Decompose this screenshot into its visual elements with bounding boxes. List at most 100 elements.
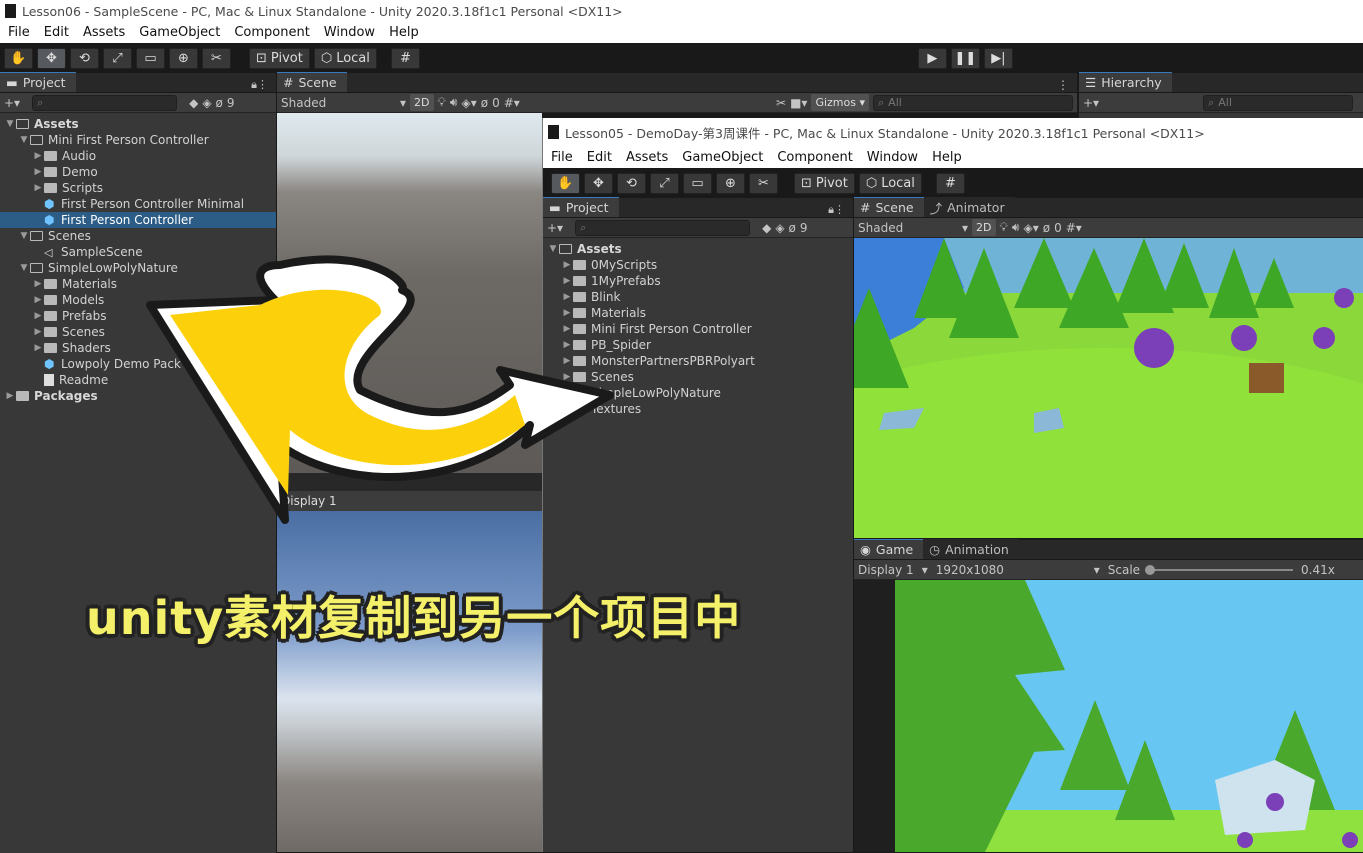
resolution-dropdown[interactable]: 1920x1080: [936, 563, 1086, 577]
local-button[interactable]: ⬡ Local: [858, 172, 922, 194]
expanded-arrow-icon[interactable]: ▼: [18, 135, 30, 145]
scene-menu-icon[interactable]: ⋮: [1057, 78, 1069, 92]
hidden-packages-icon[interactable]: ø: [216, 96, 223, 110]
scale-slider[interactable]: [1145, 564, 1294, 575]
local-button[interactable]: ⬡ Local: [313, 47, 377, 69]
audio-icon[interactable]: 🔊︎: [450, 95, 458, 110]
collapsed-arrow-icon[interactable]: ▶: [32, 343, 44, 353]
tree-row[interactable]: ▼ Assets: [0, 116, 276, 132]
pivot-button[interactable]: ⊡ Pivot: [249, 47, 310, 69]
menu-file[interactable]: File: [8, 25, 30, 40]
scene-search-input[interactable]: ⌕ All: [873, 94, 1073, 111]
2d-toggle[interactable]: 2D: [972, 219, 996, 236]
rect-tool-icon[interactable]: ▭: [683, 172, 712, 194]
tree-row[interactable]: ▼ Scenes: [0, 228, 276, 244]
tools-icon[interactable]: ✂: [776, 96, 786, 110]
tab-animation[interactable]: ◷ Animation: [923, 539, 1019, 559]
audio-icon[interactable]: 🔊︎: [1012, 220, 1020, 235]
menu-gameobject[interactable]: GameObject: [139, 25, 220, 40]
tree-row[interactable]: ▼ Mini First Person Controller: [0, 132, 276, 148]
effects-icon[interactable]: ◈▾: [1023, 221, 1038, 235]
gizmos-dropdown[interactable]: Gizmos ▾: [811, 94, 869, 111]
grid-icon[interactable]: #▾: [504, 96, 520, 110]
tab-game[interactable]: ◉ Game: [854, 539, 924, 559]
transform-tool-icon[interactable]: ⊕: [716, 172, 745, 194]
hierarchy-search-input[interactable]: ⌕ All: [1203, 94, 1354, 111]
menu-help[interactable]: Help: [932, 150, 962, 165]
tree-row[interactable]: ▶ Demo: [0, 164, 276, 180]
front-scene-viewport[interactable]: [854, 238, 1363, 538]
menu-assets[interactable]: Assets: [83, 25, 125, 40]
hand-tool-icon[interactable]: ✋: [551, 172, 580, 194]
front-game-viewport[interactable]: [895, 580, 1363, 852]
back-game-viewport[interactable]: [277, 511, 542, 852]
play-button[interactable]: ▶: [917, 47, 947, 69]
tree-row[interactable]: ▶ Scripts: [0, 180, 276, 196]
shading-mode-dropdown[interactable]: Shaded: [858, 221, 958, 235]
lighting-icon[interactable]: 💡︎: [438, 95, 446, 110]
tree-row[interactable]: ⬢ First Person Controller Minimal: [0, 196, 276, 212]
menu-component[interactable]: Component: [234, 25, 309, 40]
tree-row[interactable]: ⬢ First Person Controller: [0, 212, 276, 228]
menu-help[interactable]: Help: [389, 25, 419, 40]
tab-animator[interactable]: ⤴ Animator: [923, 197, 1015, 217]
expanded-arrow-icon[interactable]: ▼: [18, 263, 30, 273]
lighting-icon[interactable]: 💡︎: [1000, 220, 1008, 235]
camera-icon[interactable]: ■▾: [790, 96, 807, 110]
tree-row[interactable]: ▶ Audio: [0, 148, 276, 164]
move-tool-icon[interactable]: ✥: [37, 47, 66, 69]
rotate-tool-icon[interactable]: ⟲: [70, 47, 99, 69]
tab-project[interactable]: ▬ Project: [0, 72, 76, 92]
lock-icon[interactable]: 🔒︎⋮: [828, 203, 845, 217]
scale-tool-icon[interactable]: ⤢: [650, 172, 679, 194]
lock-icon[interactable]: 🔒︎⋮: [251, 78, 268, 92]
menu-gameobject[interactable]: GameObject: [682, 150, 763, 165]
scale-tool-icon[interactable]: ⤢: [103, 47, 132, 69]
menu-edit[interactable]: Edit: [587, 150, 612, 165]
menu-file[interactable]: File: [551, 150, 573, 165]
menu-window[interactable]: Window: [867, 150, 918, 165]
tab-scene[interactable]: # Scene: [854, 197, 924, 217]
menu-edit[interactable]: Edit: [44, 25, 69, 40]
hand-tool-icon[interactable]: ✋: [4, 47, 33, 69]
shading-mode-dropdown[interactable]: Shaded: [281, 96, 396, 110]
effects-icon[interactable]: ◈▾: [461, 96, 476, 110]
hierarchy-create-button[interactable]: +▾: [1083, 96, 1099, 110]
collapsed-arrow-icon[interactable]: ▶: [32, 167, 44, 177]
tab-hierarchy[interactable]: ☰ Hierarchy: [1079, 72, 1172, 92]
hidden-packages-icon[interactable]: ø: [789, 221, 796, 235]
2d-toggle[interactable]: 2D: [410, 94, 434, 111]
expanded-arrow-icon[interactable]: ▼: [4, 119, 16, 129]
collapsed-arrow-icon[interactable]: ▶: [32, 311, 44, 321]
create-button[interactable]: +▾: [4, 96, 20, 110]
pivot-button[interactable]: ⊡ Pivot: [794, 172, 855, 194]
hidden-objects-icon[interactable]: ø: [1043, 221, 1050, 235]
collapsed-arrow-icon[interactable]: ▶: [4, 391, 16, 401]
collapsed-arrow-icon[interactable]: ▶: [32, 279, 44, 289]
filter-type-icon[interactable]: ◆: [762, 221, 771, 235]
filter-label-icon[interactable]: ◈: [775, 221, 784, 235]
custom-tool-icon[interactable]: ✂: [749, 172, 778, 194]
project-search-input[interactable]: ⌕: [32, 94, 178, 111]
grid-snap-icon[interactable]: #: [390, 47, 420, 69]
project-search-input[interactable]: ⌕: [575, 219, 751, 236]
grid-icon[interactable]: #▾: [1066, 221, 1082, 235]
filter-type-icon[interactable]: ◆: [189, 96, 198, 110]
hidden-objects-icon[interactable]: ø: [481, 96, 488, 110]
collapsed-arrow-icon[interactable]: ▶: [32, 183, 44, 193]
transform-tool-icon[interactable]: ⊕: [169, 47, 198, 69]
menu-assets[interactable]: Assets: [626, 150, 668, 165]
grid-snap-icon[interactable]: #: [935, 172, 965, 194]
step-button[interactable]: ▶|: [983, 47, 1013, 69]
create-button[interactable]: +▾: [547, 221, 563, 235]
menu-window[interactable]: Window: [324, 25, 375, 40]
filter-label-icon[interactable]: ◈: [202, 96, 211, 110]
rotate-tool-icon[interactable]: ⟲: [617, 172, 646, 194]
tab-scene[interactable]: # Scene: [277, 72, 347, 92]
pause-button[interactable]: ❚❚: [950, 47, 980, 69]
custom-tool-icon[interactable]: ✂: [202, 47, 231, 69]
move-tool-icon[interactable]: ✥: [584, 172, 613, 194]
collapsed-arrow-icon[interactable]: ▶: [32, 327, 44, 337]
tab-project[interactable]: ▬ Project: [543, 197, 619, 217]
menu-component[interactable]: Component: [777, 150, 852, 165]
